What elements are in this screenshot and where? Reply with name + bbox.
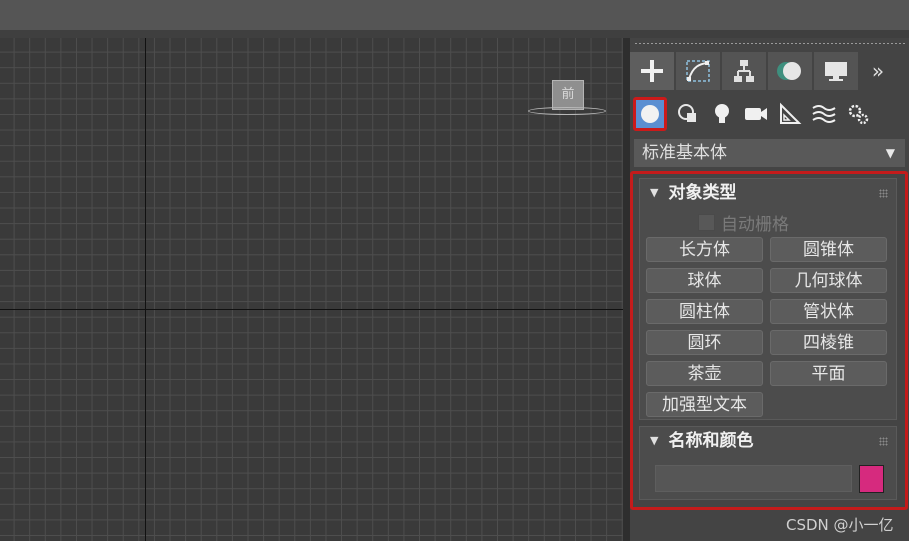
object-name-input[interactable]	[655, 465, 852, 492]
command-panel-tabs: »	[630, 52, 896, 90]
plane-button[interactable]: 平面	[770, 361, 887, 386]
tab-hierarchy[interactable]	[722, 52, 766, 90]
panel-grip[interactable]	[634, 42, 906, 45]
torus-button[interactable]: 圆环	[646, 330, 763, 355]
collapse-triangle-icon: ▼	[650, 434, 659, 447]
name-color-header[interactable]: ▼ 名称和颜色	[640, 427, 896, 455]
chevron-down-icon: ▼	[885, 146, 895, 160]
cameras-icon	[744, 108, 767, 120]
geosphere-button[interactable]: 几何球体	[770, 268, 887, 293]
subcat-shapes[interactable]	[671, 98, 704, 131]
autogrid-checkbox[interactable]	[698, 213, 715, 231]
panel-divider[interactable]	[623, 38, 630, 541]
highlight-frame: ▼ 对象类型 自动栅格 长方体 圆锥体 球体 几何球体 圆柱体 管状体 圆环 四棱…	[630, 171, 908, 510]
grid-axis-vertical	[145, 38, 146, 541]
monitor-icon	[825, 62, 847, 81]
watermark: CSDN @小一亿	[786, 516, 894, 534]
subcat-lights[interactable]	[705, 98, 738, 131]
main-toolbar	[0, 0, 909, 31]
drag-grip-icon[interactable]	[879, 437, 888, 446]
helpers-icon	[779, 102, 801, 124]
autogrid-option[interactable]: 自动栅格	[698, 211, 789, 235]
subcat-cameras[interactable]	[739, 98, 772, 131]
more-tabs-button[interactable]: »	[860, 52, 896, 90]
object-type-rollout: ▼ 对象类型 自动栅格 长方体 圆锥体 球体 几何球体 圆柱体 管状体 圆环 四棱…	[639, 178, 897, 420]
viewcube-ring[interactable]	[528, 107, 606, 115]
subcategory-toolbar	[630, 96, 875, 132]
tab-display[interactable]	[814, 52, 858, 90]
subcat-space-warps[interactable]	[807, 98, 840, 131]
grid-axis-horizontal	[0, 309, 623, 310]
cone-button[interactable]: 圆锥体	[770, 237, 887, 262]
shapes-icon	[677, 104, 696, 122]
tab-motion[interactable]	[768, 52, 812, 90]
subcat-helpers[interactable]	[773, 98, 806, 131]
space-warps-icon	[811, 105, 836, 123]
name-color-rollout: ▼ 名称和颜色	[639, 426, 897, 500]
motion-icon	[777, 62, 801, 80]
box-button[interactable]: 长方体	[646, 237, 763, 262]
tab-modify[interactable]	[676, 52, 720, 90]
tube-button[interactable]: 管状体	[770, 299, 887, 324]
geometry-icon	[641, 105, 659, 123]
sphere-button[interactable]: 球体	[646, 268, 763, 293]
drag-grip-icon[interactable]	[879, 189, 888, 198]
category-dropdown[interactable]: 标准基本体 ▼	[634, 139, 905, 167]
object-type-header[interactable]: ▼ 对象类型	[640, 179, 896, 207]
autogrid-label: 自动栅格	[721, 214, 789, 235]
viewport-grid[interactable]: 前	[0, 38, 623, 541]
cylinder-button[interactable]: 圆柱体	[646, 299, 763, 324]
category-dropdown-value: 标准基本体	[642, 143, 727, 163]
curve-modify-icon	[686, 60, 710, 82]
hierarchy-icon	[734, 60, 754, 82]
toolbar-separator	[0, 30, 909, 38]
subcat-geometry[interactable]	[633, 97, 667, 131]
command-panel: » 标准基本体 ▼ ▼ 对象类型 自动栅格 长方体 圆锥体 球体 几何球体 圆柱…	[630, 38, 909, 541]
pyramid-button[interactable]: 四棱锥	[770, 330, 887, 355]
viewcube[interactable]: 前	[552, 80, 584, 110]
teapot-button[interactable]: 茶壶	[646, 361, 763, 386]
systems-icon	[848, 104, 868, 125]
subcat-systems[interactable]	[841, 98, 874, 131]
object-color-swatch[interactable]	[859, 465, 884, 493]
lights-icon	[714, 104, 729, 123]
collapse-triangle-icon: ▼	[650, 186, 659, 199]
tab-create[interactable]	[630, 52, 674, 90]
text-plus-button[interactable]: 加强型文本	[646, 392, 763, 417]
plus-icon	[641, 60, 663, 82]
